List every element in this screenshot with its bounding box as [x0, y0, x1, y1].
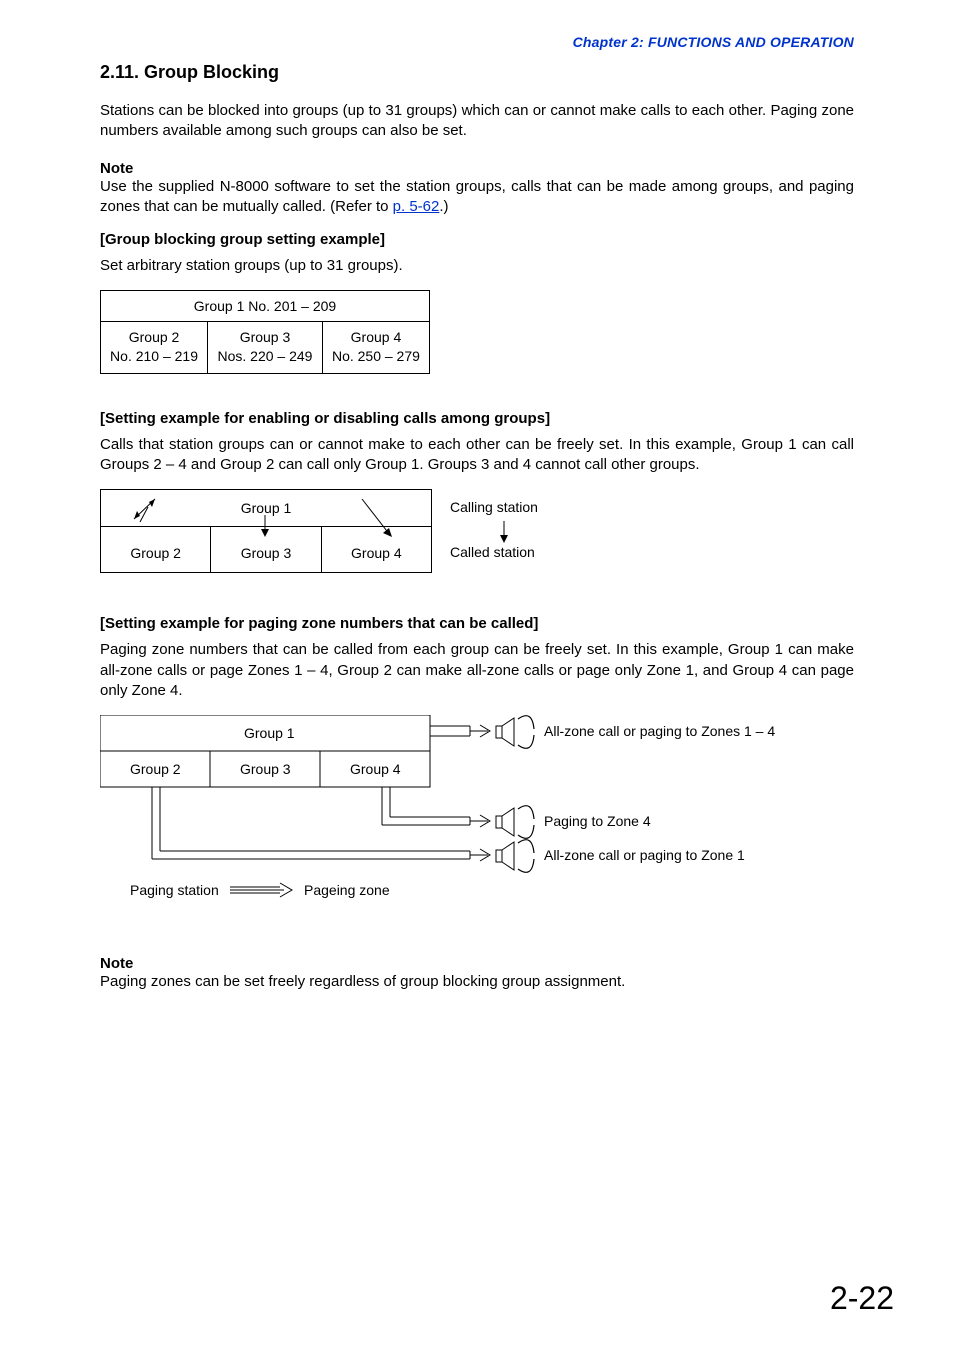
note-1-title: Note: [100, 160, 854, 177]
group-table: Group 1 No. 201 – 209 Group 2 No. 210 – …: [100, 290, 430, 374]
calls-diagram-cell-g3: Group 3: [211, 527, 321, 573]
page: Chapter 2: FUNCTIONS AND OPERATION 2.11.…: [0, 0, 954, 1351]
section-title: 2.11. Group Blocking: [100, 62, 854, 83]
calls-diagram-top-row: Group 1: [101, 490, 431, 527]
label: Group 3: [241, 545, 292, 561]
paging-diagram-cell-g2: Group 2: [130, 761, 181, 777]
subsection-2-header: [Setting example for enabling or disabli…: [100, 410, 854, 427]
cell-title: Group 2: [129, 329, 180, 345]
group-table-cell-2: Group 2 No. 210 – 219: [101, 322, 208, 373]
calls-diagram-cell-g2: Group 2: [101, 527, 211, 573]
subsection-1-text: Set arbitrary station groups (up to 31 g…: [100, 256, 854, 276]
cell-sub: Nos. 220 – 249: [218, 348, 313, 364]
note-1-body: Use the supplied N-8000 software to set …: [100, 177, 854, 218]
speaker-icon: [496, 840, 534, 873]
label: Group 2: [130, 545, 181, 561]
group-table-body-row: Group 2 No. 210 – 219 Group 3 Nos. 220 –…: [101, 322, 430, 373]
subsection-2-text: Calls that station groups can or cannot …: [100, 435, 854, 476]
calls-diagram-cell-g4: Group 4: [322, 527, 431, 573]
subsection-3-header: [Setting example for paging zone numbers…: [100, 615, 854, 632]
paging-diagram: Group 1 Group 2 Group 3 Group 4 All-zone…: [100, 715, 854, 915]
note-1-link[interactable]: p. 5-62: [393, 198, 440, 215]
calls-diagram-group1-label: Group 1: [241, 500, 292, 516]
calls-diagram-bottom-row: Group 2 Group 3 Group 4: [101, 527, 431, 573]
paging-diagram-legend-left: Paging station: [130, 882, 219, 898]
calls-diagram: Group 1 Group 2 Group 3 Group 4: [100, 489, 854, 579]
speaker-icon: [496, 716, 534, 749]
paging-diagram-speaker-3-label: All-zone call or paging to Zone 1: [544, 847, 745, 863]
intro-paragraph: Stations can be blocked into groups (up …: [100, 101, 854, 142]
called-station-label: Called station: [450, 544, 535, 560]
cell-title: Group 3: [240, 329, 291, 345]
group-table-header: Group 1 No. 201 – 209: [101, 291, 430, 322]
subsection-1-header: [Group blocking group setting example]: [100, 231, 854, 248]
group-table-header-row: Group 1 No. 201 – 209: [101, 291, 430, 322]
note-1-body-post: .): [439, 198, 448, 215]
paging-diagram-speaker-2-label: Paging to Zone 4: [544, 813, 651, 829]
note-2-body: Paging zones can be set freely regardles…: [100, 972, 854, 992]
cell-sub: No. 210 – 219: [110, 348, 198, 364]
paging-diagram-legend-right: Pageing zone: [304, 882, 390, 898]
group-table-cell-3: Group 3 Nos. 220 – 249: [208, 322, 323, 373]
cell-sub: No. 250 – 279: [332, 348, 420, 364]
subsection-3-text: Paging zone numbers that can be called f…: [100, 640, 854, 701]
page-number: 2-22: [830, 1280, 894, 1317]
paging-diagram-group1-label: Group 1: [244, 725, 295, 741]
cell-title: Group 4: [351, 329, 402, 345]
down-arrow-icon: [499, 521, 509, 545]
paging-diagram-cell-g4: Group 4: [350, 761, 401, 777]
speaker-icon: [496, 806, 534, 839]
calling-station-label: Calling station: [450, 499, 538, 515]
note-2-title: Note: [100, 955, 854, 972]
note-1-body-pre: Use the supplied N-8000 software to set …: [100, 178, 854, 215]
chapter-header: Chapter 2: FUNCTIONS AND OPERATION: [100, 34, 854, 50]
calls-diagram-table: Group 1 Group 2 Group 3 Group 4: [100, 489, 432, 573]
label: Group 4: [351, 545, 402, 561]
group-table-cell-4: Group 4 No. 250 – 279: [322, 322, 429, 373]
paging-diagram-cell-g3: Group 3: [240, 761, 291, 777]
paging-diagram-speaker-1-label: All-zone call or paging to Zones 1 – 4: [544, 723, 775, 739]
